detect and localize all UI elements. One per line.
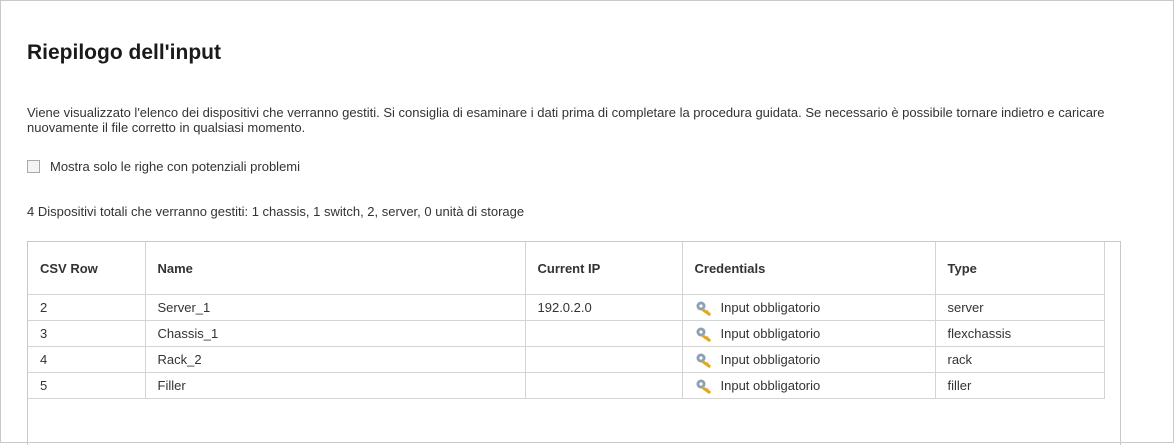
table-header-row: CSV Row Name Current IP Credentials Type [28,242,1105,295]
credentials-link[interactable]: Input obbligatorio [695,352,935,368]
cell-csv-row: 4 [28,346,146,373]
cell-type: filler [935,372,1105,399]
cell-type: server [935,294,1105,321]
cell-current-ip [525,346,683,373]
table-row[interactable]: 2 Server_1 192.0.2.0 Input obbligatorio [28,294,1105,321]
page-description: Viene visualizzato l'elenco dei disposit… [27,105,1105,135]
cell-name: Server_1 [145,294,526,321]
credentials-text[interactable]: Input obbligatorio [721,300,821,315]
key-edit-icon[interactable] [695,326,715,342]
column-header-current-ip[interactable]: Current IP [525,242,683,295]
cell-name: Chassis_1 [145,320,526,347]
key-edit-icon[interactable] [695,300,715,316]
cell-csv-row: 5 [28,372,146,399]
column-header-credentials[interactable]: Credentials [682,242,936,295]
input-summary-panel: Riepilogo dell'input Viene visualizzato … [0,0,1174,445]
credentials-link[interactable]: Input obbligatorio [695,300,935,316]
table-row[interactable]: 4 Rack_2 Input obbligatorio rack [28,346,1105,373]
credentials-link[interactable]: Input obbligatorio [695,378,935,394]
cell-current-ip [525,372,683,399]
cell-current-ip: 192.0.2.0 [525,294,683,321]
cell-csv-row: 3 [28,320,146,347]
grid-scroll-gutter [1104,242,1120,294]
column-header-name[interactable]: Name [145,242,526,295]
cell-type: rack [935,346,1105,373]
column-header-csv-row[interactable]: CSV Row [28,242,146,295]
cell-credentials[interactable]: Input obbligatorio [682,346,936,373]
cell-credentials[interactable]: Input obbligatorio [682,294,936,321]
filter-row: Mostra solo le righe con potenziali prob… [27,159,300,174]
cell-current-ip [525,320,683,347]
credentials-text[interactable]: Input obbligatorio [721,352,821,367]
devices-summary: 4 Dispositivi totali che verranno gestit… [27,204,525,219]
column-header-type[interactable]: Type [935,242,1105,295]
devices-grid: CSV Row Name Current IP Credentials Type… [27,241,1121,445]
key-edit-icon[interactable] [695,352,715,368]
devices-table: CSV Row Name Current IP Credentials Type… [28,242,1105,399]
key-edit-icon[interactable] [695,378,715,394]
cell-name: Filler [145,372,526,399]
credentials-text[interactable]: Input obbligatorio [721,378,821,393]
show-problems-checkbox[interactable] [27,160,40,173]
credentials-link[interactable]: Input obbligatorio [695,326,935,342]
table-row[interactable]: 3 Chassis_1 Input obbligatorio flexchass… [28,320,1105,347]
cell-csv-row: 2 [28,294,146,321]
show-problems-label[interactable]: Mostra solo le righe con potenziali prob… [50,159,300,174]
cell-type: flexchassis [935,320,1105,347]
cell-credentials[interactable]: Input obbligatorio [682,372,936,399]
cell-name: Rack_2 [145,346,526,373]
cell-credentials[interactable]: Input obbligatorio [682,320,936,347]
table-row[interactable]: 5 Filler Input obbligatorio filler [28,372,1105,399]
credentials-text[interactable]: Input obbligatorio [721,326,821,341]
page-title: Riepilogo dell'input [27,41,221,64]
